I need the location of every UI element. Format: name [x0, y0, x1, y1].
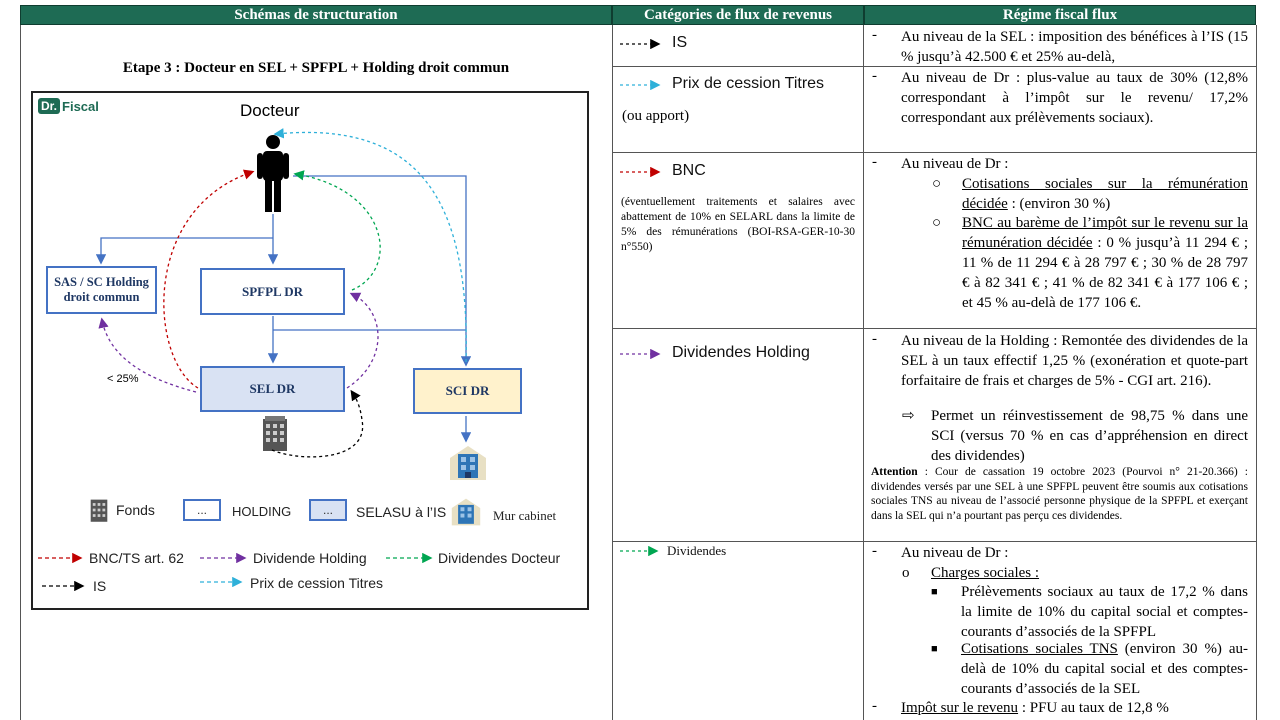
bullet-circle: ○ [932, 215, 942, 231]
cat-div-holding-label: Dividendes Holding [672, 344, 810, 361]
diagram-frame [31, 91, 589, 610]
attention-text: : Cour de cassation 19 octobre 2023 (Pou… [871, 466, 1248, 522]
building-icon [450, 446, 486, 480]
cat-apport: (ou apport) [622, 108, 690, 124]
bullet-dash: - [872, 331, 877, 347]
logo-dr: Dr. [38, 98, 61, 114]
regime-div-ir: Impôt sur le revenu : PFU au taux de 12,… [901, 698, 1248, 718]
cat-is: IS [672, 34, 687, 52]
grid-line [612, 541, 1257, 542]
legend-holding-swatch: ... [183, 499, 221, 521]
bullet-dash: - [872, 698, 877, 714]
header-categories: Catégories de flux de revenus [612, 5, 864, 25]
attention-label: Attention [871, 466, 918, 478]
legend-prix: Prix de cession Titres [250, 575, 384, 591]
regime-div-prelevements: Prélèvements sociaux au taux de 17,2 % d… [961, 584, 1248, 640]
header-schemas: Schémas de structuration [20, 5, 612, 25]
legend-building-icon [451, 498, 481, 526]
cat-bnc-note: (éventuellement traitements et salaires … [621, 196, 855, 253]
legend-selasu-swatch: ... [309, 499, 347, 521]
header-regime: Régime fiscal flux [864, 5, 1256, 25]
holding-box: SAS / SC Holding droit commun [46, 266, 157, 314]
pct-label: < 25% [107, 373, 139, 385]
regime-prix: Au niveau de Dr : plus-value au taux de … [901, 70, 1248, 126]
sci-box: SCI DR [413, 368, 522, 414]
legend-fonds: Fonds [116, 502, 155, 518]
regime-div-ir-rest: : PFU au taux de 12,8 % [1018, 700, 1169, 716]
regime-holding: Au niveau de la Holding : Remontée des d… [901, 333, 1248, 389]
bullet-square: ■ [931, 586, 938, 598]
fonds-icon [263, 416, 287, 451]
grid-line [1256, 25, 1257, 720]
cat-dividendes-label: Dividendes [667, 543, 727, 558]
regime-holding-reinvest: Permet un réinvestissement de 98,75 % da… [931, 408, 1248, 464]
legend-is: IS [93, 578, 107, 594]
legend-bnc: BNC/TS art. 62 [89, 550, 184, 566]
regime-div-charges: Charges sociales : [931, 563, 1248, 583]
bullet-circle: ○ [932, 176, 942, 192]
bullet-dash: - [872, 154, 877, 170]
regime-div-head: Au niveau de Dr : [901, 545, 1009, 561]
legend-holding-dots: ... [196, 503, 207, 517]
regime-bnc-head: Au niveau de Dr : [901, 156, 1009, 172]
grid-line [863, 25, 864, 720]
legend-div-holding: Dividende Holding [253, 550, 367, 566]
grid-line [20, 25, 21, 720]
bullet-circle: o [902, 565, 910, 581]
legend-selasu-dots: ... [322, 503, 333, 517]
regime-bnc-cotisations: Cotisations sociales sur la rémunération… [962, 174, 1248, 214]
cat-prix-label: Prix de cession Titres [672, 75, 825, 92]
grid-line [612, 328, 1257, 329]
cat-bnc: BNC [672, 162, 706, 180]
sel-box: SEL DR [200, 366, 345, 412]
diagram-title: Etape 3 : Docteur en SEL + SPFPL + Holdi… [122, 60, 510, 76]
bullet-square: ■ [931, 643, 938, 655]
person-icon [257, 135, 289, 212]
regime-bnc-bareme: BNC au barème de l’impôt sur le revenu s… [962, 213, 1248, 313]
regime-div-tns: Cotisations sociales TNS (environ 30 %) … [961, 639, 1248, 699]
grid-line [612, 25, 613, 720]
spfpl-box: SPFPL DR [200, 268, 345, 315]
logo-fiscal: Fiscal [62, 98, 99, 114]
regime-div-charges-u: Charges sociales : [931, 565, 1040, 581]
docteur-label: Docteur [240, 101, 300, 120]
regime-div-tns-u: Cotisations sociales TNS [961, 641, 1118, 657]
grid-line [612, 152, 1257, 153]
legend-holding: HOLDING [232, 504, 292, 519]
regime-is: Au niveau de la SEL : imposition des bén… [901, 29, 1248, 65]
cat-dividendes: Dividendes [667, 543, 726, 559]
bullet-dash: - [872, 27, 877, 43]
cat-bnc-label: BNC [672, 162, 706, 179]
cat-prix: Prix de cession Titres [672, 75, 824, 93]
cat-div-holding: Dividendes Holding [672, 344, 810, 362]
legend-selasu: SELASU à l’IS [356, 504, 447, 520]
regime-div-ir-u: Impôt sur le revenu [901, 700, 1019, 716]
bullet-dash: - [872, 543, 877, 559]
regime-bnc-cotisations-rest: : (environ 30 %) [1007, 196, 1111, 212]
legend-div-docteur: Dividendes Docteur [438, 550, 561, 566]
regime-attention: Attention : Cour de cassation 19 octobre… [871, 465, 1248, 523]
legend-fonds-icon [90, 499, 108, 522]
bullet-dash: - [872, 68, 877, 84]
drfiscal-logo: Dr. Fiscal [38, 98, 99, 114]
legend-mur: Mur cabinet [493, 508, 557, 523]
arrow-right-icon: ⇨ [902, 408, 915, 424]
cat-is-label: IS [672, 34, 688, 51]
